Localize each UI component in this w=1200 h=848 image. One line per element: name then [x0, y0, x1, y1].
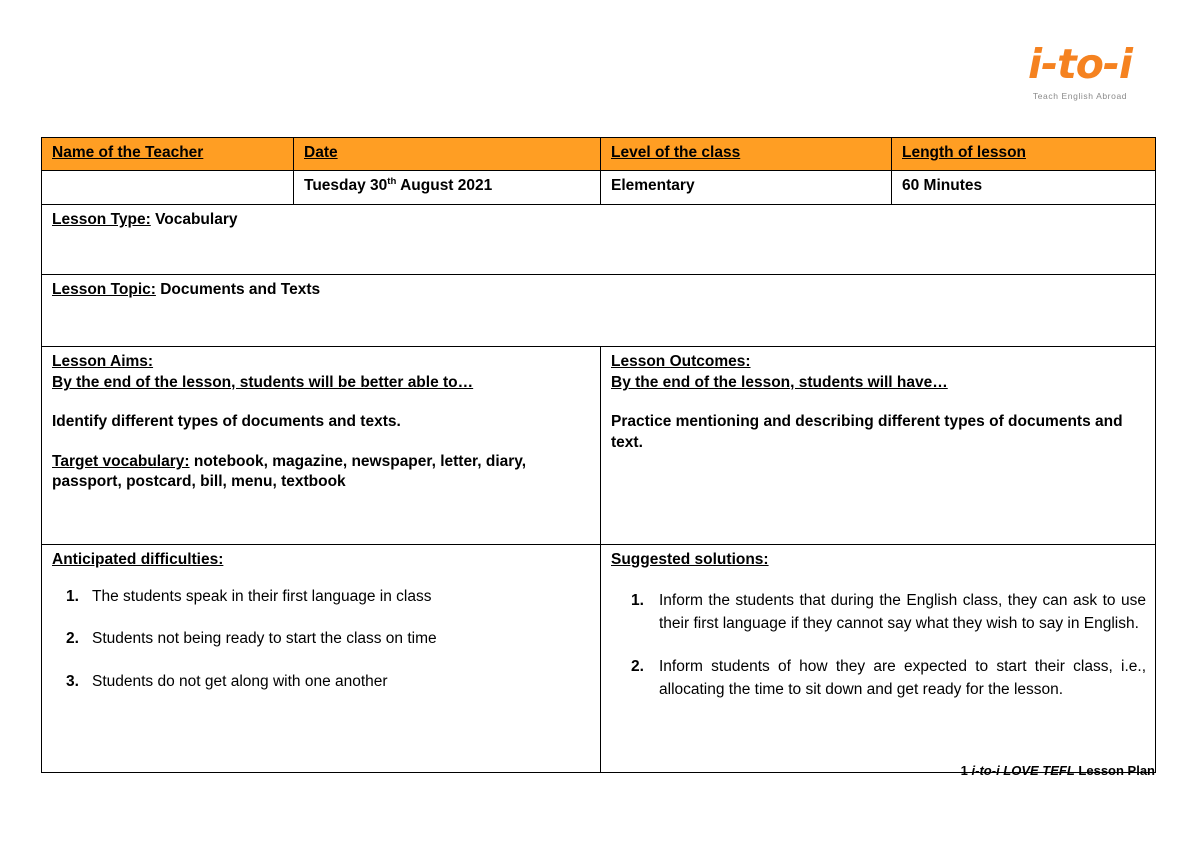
suggested-solutions-cell[interactable]: Suggested solutions: Inform the students…	[600, 544, 1156, 773]
date-ordinal-suffix: th	[387, 175, 397, 187]
footer-page-number: 1	[960, 763, 968, 778]
header-date-label: Date	[304, 144, 338, 161]
footer-doc-type: Lesson Plan	[1078, 763, 1155, 778]
lesson-aims-cell[interactable]: Lesson Aims: By the end of the lesson, s…	[41, 346, 601, 545]
logo-tagline: Teach English Abroad	[1032, 91, 1128, 101]
lesson-plan-table: Name of the Teacher Date Level of the cl…	[41, 137, 1156, 773]
suggested-solutions-label: Suggested solutions:	[611, 551, 769, 568]
date-day: Tuesday 30	[304, 177, 388, 194]
lesson-topic-label: Lesson Topic:	[52, 281, 156, 298]
lesson-outcomes-cell[interactable]: Lesson Outcomes: By the end of the lesso…	[600, 346, 1156, 545]
lesson-type-row: Lesson Type: Vocabulary	[41, 204, 1156, 275]
header-length-label: Length of lesson	[902, 144, 1026, 161]
lesson-type-label: Lesson Type:	[52, 211, 151, 228]
lesson-aims-stem: By the end of the lesson, students will …	[52, 373, 474, 391]
lesson-outcomes-stem: By the end of the lesson, students will …	[611, 373, 948, 391]
suggested-solutions-list: Inform the students that during the Engl…	[611, 589, 1146, 702]
table-value-row: Tuesday 30th August 2021 Elementary 60 M…	[41, 170, 1156, 205]
lesson-type-cell[interactable]: Lesson Type: Vocabulary	[41, 204, 1156, 275]
i-to-i-logo: i-to-i Teach English Abroad	[1005, 44, 1155, 101]
value-date[interactable]: Tuesday 30th August 2021	[293, 170, 601, 205]
value-level[interactable]: Elementary	[600, 170, 892, 205]
lesson-topic-cell[interactable]: Lesson Topic: Documents and Texts	[41, 274, 1156, 347]
list-item: Inform students of how they are expected…	[631, 655, 1146, 699]
header-level-label: Level of the class	[611, 144, 741, 161]
page-footer: 1 i-to-i LOVE TEFL Lesson Plan	[961, 763, 1155, 778]
header-length: Length of lesson	[891, 137, 1156, 171]
value-length[interactable]: 60 Minutes	[891, 170, 1156, 205]
value-teacher-name[interactable]	[41, 170, 294, 205]
anticipated-difficulties-cell[interactable]: Anticipated difficulties: The students s…	[41, 544, 601, 773]
lesson-outcomes-body: Practice mentioning and describing diffe…	[611, 413, 1123, 451]
aims-outcomes-row: Lesson Aims: By the end of the lesson, s…	[41, 346, 1156, 545]
list-item: The students speak in their first langua…	[66, 587, 432, 607]
list-item: Students not being ready to start the cl…	[66, 629, 437, 649]
lesson-type-value: Vocabulary	[150, 211, 238, 228]
lesson-aims-label: Lesson Aims:	[52, 353, 154, 370]
footer-brand: i-to-i LOVE TEFL	[971, 763, 1075, 778]
target-vocabulary-label: Target vocabulary:	[52, 452, 190, 470]
date-rest: August 2021	[396, 177, 493, 194]
anticipated-difficulties-list: The students speak in their first langua…	[52, 587, 591, 693]
header-teacher-name: Name of the Teacher	[41, 137, 294, 171]
table-header-row: Name of the Teacher Date Level of the cl…	[41, 137, 1156, 171]
anticipated-difficulties-label: Anticipated difficulties:	[52, 551, 224, 568]
header-teacher-name-label: Name of the Teacher	[52, 144, 204, 161]
logo-wordmark: i-to-i	[1028, 40, 1133, 88]
lesson-outcomes-label: Lesson Outcomes:	[611, 353, 751, 370]
list-item: Students do not get along with one anoth…	[66, 672, 388, 692]
lesson-aims-body: Identify different types of documents an…	[52, 413, 401, 431]
document-page: i-to-i Teach English Abroad Name of the …	[0, 0, 1200, 848]
lesson-topic-row: Lesson Topic: Documents and Texts	[41, 274, 1156, 347]
header-level: Level of the class	[600, 137, 892, 171]
header-date: Date	[293, 137, 601, 171]
difficulties-solutions-row: Anticipated difficulties: The students s…	[41, 544, 1156, 773]
lesson-topic-value: Documents and Texts	[155, 281, 321, 298]
list-item: Inform the students that during the Engl…	[631, 589, 1146, 632]
